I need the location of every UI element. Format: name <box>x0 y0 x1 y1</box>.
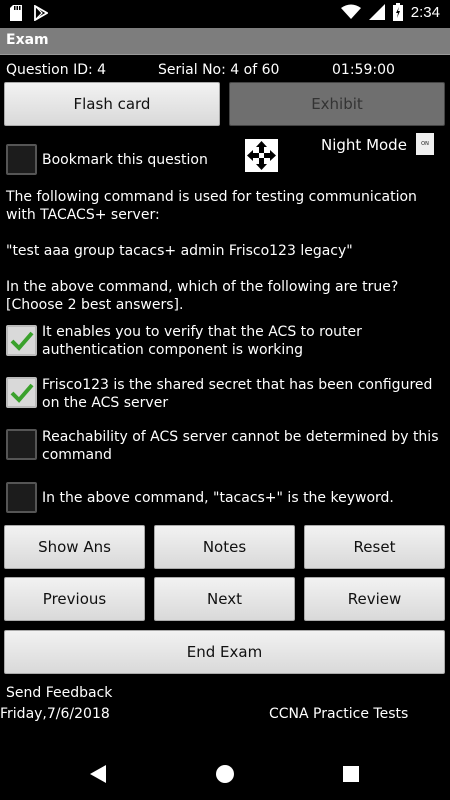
home-icon[interactable] <box>216 765 234 783</box>
checkmark-icon <box>10 331 34 351</box>
title-bar: Exam <box>0 28 450 55</box>
previous-button[interactable]: Previous <box>4 577 145 621</box>
exhibit-button[interactable]: Exhibit <box>229 82 445 126</box>
battery-icon <box>392 3 403 21</box>
option-4-text: In the above command, "tacacs+" is the k… <box>42 490 394 506</box>
option-2-text: Frisco123 is the shared secret that has … <box>42 377 433 411</box>
option-2-checkbox[interactable] <box>6 377 37 408</box>
question-command: "test aaa group tacacs+ admin Frisco123 … <box>6 243 353 259</box>
question-id: Question ID: 4 <box>6 62 107 78</box>
night-mode-toggle[interactable]: ON <box>416 133 434 155</box>
flash-card-button[interactable]: Flash card <box>4 82 220 126</box>
show-answer-button[interactable]: Show Ans <box>4 525 145 569</box>
sd-card-icon <box>10 5 22 21</box>
question-intro: The following command is used for testin… <box>6 189 417 223</box>
fullscreen-arrows-icon[interactable] <box>245 139 278 172</box>
end-exam-button[interactable]: End Exam <box>4 630 445 674</box>
option-1-text: It enables you to verify that the ACS to… <box>42 324 362 358</box>
bookmark-checkbox[interactable] <box>6 144 37 175</box>
option-4-checkbox[interactable] <box>6 482 37 513</box>
checkmark-icon <box>10 383 34 403</box>
wifi-icon <box>340 4 361 19</box>
navigation-bar <box>0 746 450 800</box>
signal-icon <box>368 4 385 20</box>
recents-icon[interactable] <box>343 766 359 782</box>
option-3-text: Reachability of ACS server cannot be det… <box>42 429 439 463</box>
play-store-icon <box>34 5 48 21</box>
next-button[interactable]: Next <box>154 577 295 621</box>
option-1-checkbox[interactable] <box>6 325 37 356</box>
footer-app-name: CCNA Practice Tests <box>269 706 409 722</box>
review-button[interactable]: Review <box>304 577 445 621</box>
night-mode-label: Night Mode <box>321 136 407 154</box>
option-3-checkbox[interactable] <box>6 429 37 460</box>
back-icon[interactable] <box>90 765 106 783</box>
notes-button[interactable]: Notes <box>154 525 295 569</box>
reset-button[interactable]: Reset <box>304 525 445 569</box>
exam-timer: 01:59:00 <box>332 62 395 78</box>
app-title: Exam <box>6 32 49 48</box>
question-prompt: In the above command, which of the follo… <box>6 279 399 313</box>
status-time: 2:34 <box>410 3 440 21</box>
bookmark-label: Bookmark this question <box>42 152 208 168</box>
send-feedback-link[interactable]: Send Feedback <box>6 684 112 702</box>
serial-number: Serial No: 4 of 60 <box>158 62 280 78</box>
footer-date: Friday,7/6/2018 <box>0 706 110 722</box>
status-bar: 2:34 <box>0 0 450 28</box>
